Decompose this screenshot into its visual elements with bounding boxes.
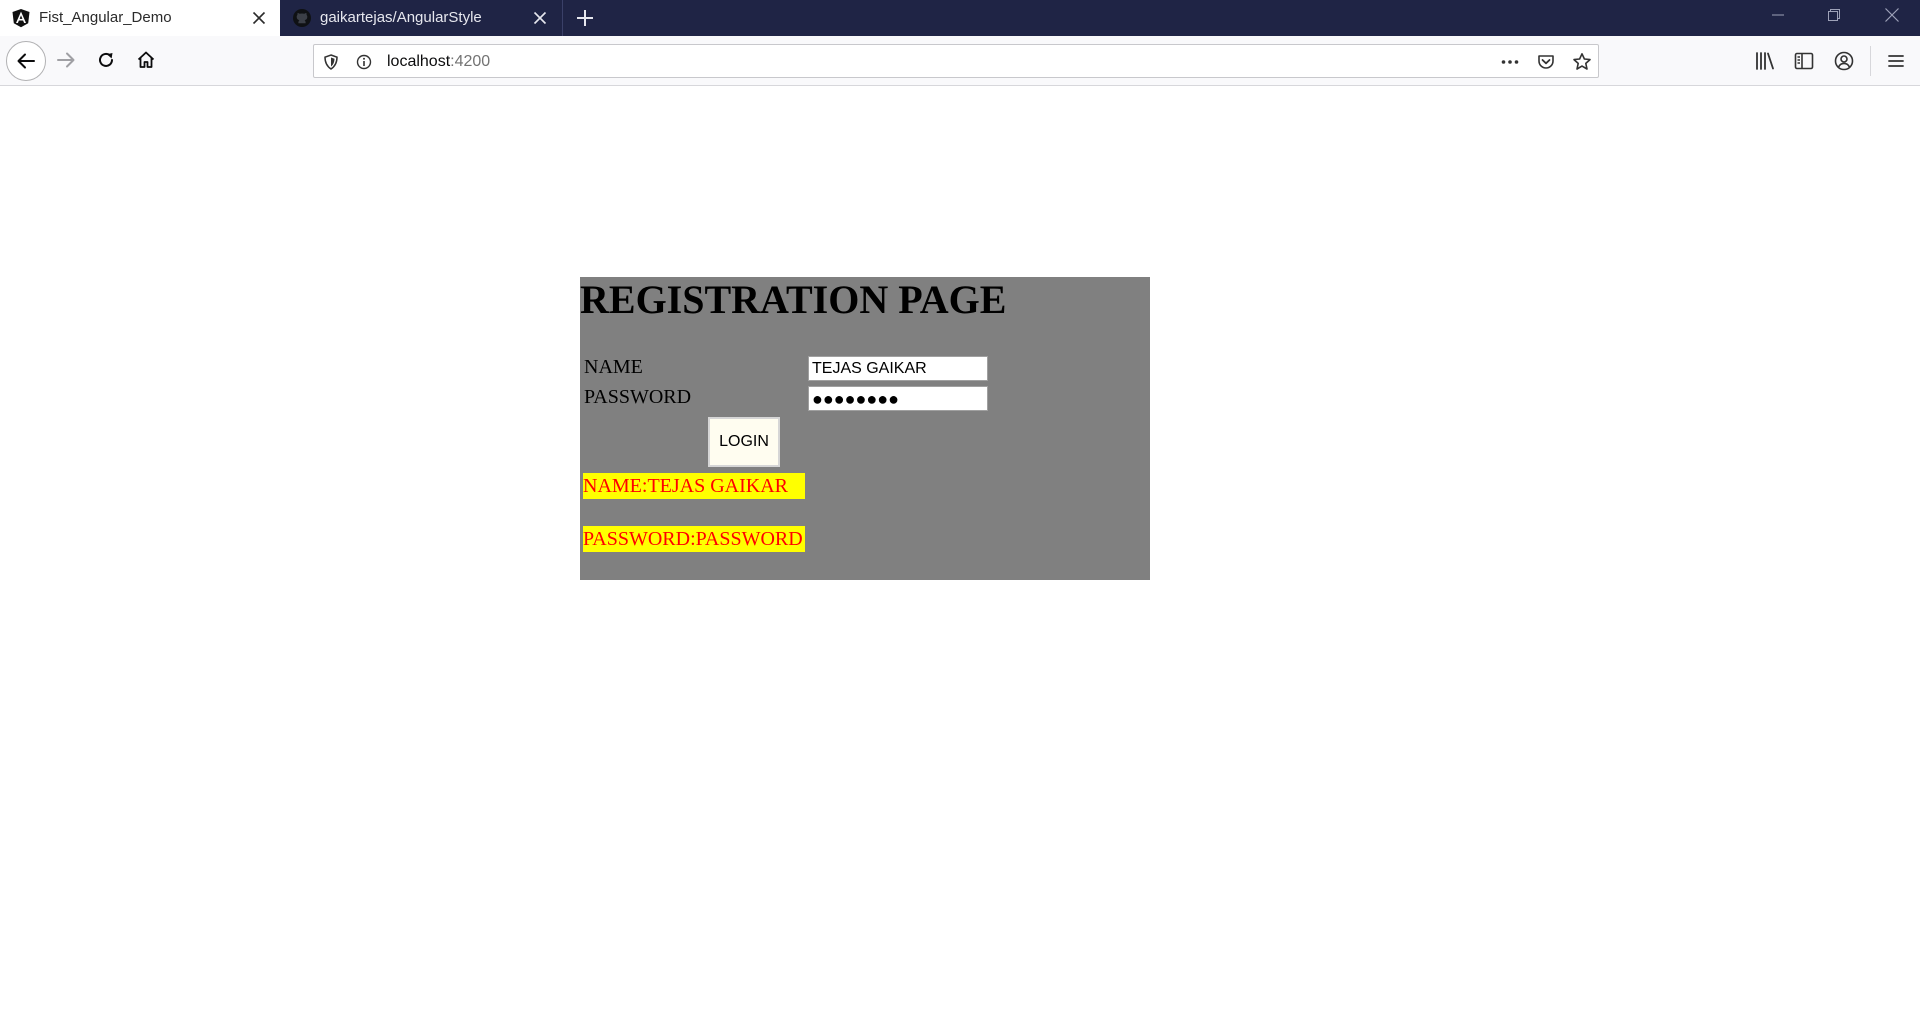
login-button[interactable]: LOGIN [708,417,780,467]
url-port: :4200 [450,53,491,70]
restore-icon [1828,9,1840,21]
home-icon [137,51,155,68]
url-text[interactable]: localhost:4200 [387,53,490,71]
tab-fist-angular-demo[interactable]: Fist_Angular_Demo [0,0,280,36]
reload-button[interactable] [88,42,124,78]
site-info-icon[interactable] [354,52,374,72]
page-title: REGISTRATION PAGE [580,277,1007,322]
url-host: localhost [387,53,451,70]
plus-icon [577,10,593,26]
name-input[interactable]: TEJAS GAIKAR [808,356,988,381]
toolbar-divider [1870,46,1871,76]
minimize-icon [1772,14,1784,16]
tab-title: Fist_Angular_Demo [39,9,172,26]
password-input[interactable]: ●●●●●●●● [808,386,988,411]
hamburger-menu-icon[interactable] [1884,49,1908,73]
page-actions-menu-icon[interactable] [1500,52,1520,72]
sidebar-toggle-icon[interactable] [1792,49,1816,73]
back-arrow-icon [17,53,35,69]
bookmark-star-icon[interactable] [1572,52,1592,72]
home-button[interactable] [128,42,164,78]
name-label: NAME [584,356,643,378]
angular-icon [11,8,31,28]
tab-separator [562,0,563,36]
back-button[interactable] [6,41,46,81]
tab-strip: Fist_Angular_Demo gaikartejas/AngularSty… [0,0,1920,36]
github-icon [292,8,312,28]
forward-arrow-icon [57,52,75,68]
new-tab-button[interactable] [570,3,600,33]
pocket-icon[interactable] [1536,52,1556,72]
close-tab-icon[interactable] [248,7,270,29]
registration-panel: REGISTRATION PAGE NAME TEJAS GAIKAR PASS… [580,277,1150,580]
name-output: NAME:TEJAS GAIKAR [583,473,805,499]
account-icon[interactable] [1832,49,1856,73]
restore-window-button[interactable] [1806,0,1862,30]
minimize-window-button[interactable] [1750,0,1806,30]
reload-icon [99,52,113,67]
library-icon[interactable] [1753,49,1777,73]
password-label: PASSWORD [584,386,692,408]
tab-title: gaikartejas/AngularStyle [320,9,482,26]
tab-angular-style[interactable]: gaikartejas/AngularStyle [281,0,561,36]
forward-button[interactable] [48,42,84,78]
url-bar[interactable]: localhost:4200 [313,44,1599,78]
close-tab-icon[interactable] [529,7,551,29]
password-output: PASSWORD:PASSWORD [583,526,805,552]
close-icon [1885,8,1899,22]
tracking-protection-shield-icon[interactable] [321,52,341,72]
navigation-toolbar: localhost:4200 [0,36,1920,86]
close-window-button[interactable] [1864,0,1920,30]
